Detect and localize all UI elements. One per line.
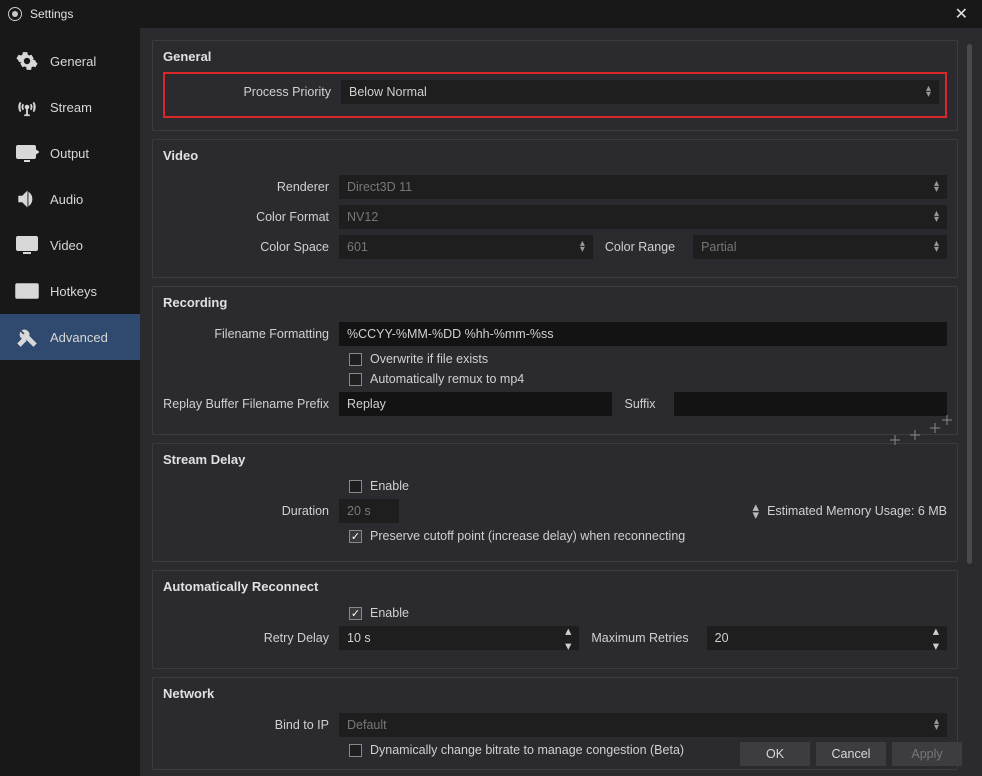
section-title: Recording — [163, 295, 947, 310]
preserve-cutoff-checkbox[interactable] — [349, 530, 362, 543]
retry-delay-input[interactable]: 10 s▴▾ — [339, 626, 579, 650]
window-title: Settings — [30, 7, 73, 21]
apply-button[interactable]: Apply — [892, 742, 962, 766]
tools-icon — [14, 324, 40, 350]
memory-usage-label: Estimated Memory Usage: 6 MB — [767, 504, 947, 518]
sidebar-item-audio[interactable]: Audio — [0, 176, 140, 222]
footer-buttons: OK Cancel Apply — [740, 742, 962, 766]
stream-delay-enable-label: Enable — [370, 479, 409, 493]
sidebar-item-video[interactable]: Video — [0, 222, 140, 268]
output-icon — [14, 140, 40, 166]
cancel-button[interactable]: Cancel — [816, 742, 886, 766]
monitor-icon — [14, 232, 40, 258]
bind-ip-label: Bind to IP — [163, 718, 339, 732]
suffix-input[interactable] — [674, 392, 947, 416]
chevron-updown-icon: ▴▾ — [934, 719, 939, 731]
remux-label: Automatically remux to mp4 — [370, 372, 524, 386]
dynamic-bitrate-checkbox[interactable] — [349, 744, 362, 757]
duration-label: Duration — [163, 504, 339, 518]
section-title: Network — [163, 686, 947, 701]
sidebar: General Stream Output Audio Video Hotkey… — [0, 28, 140, 776]
color-space-label: Color Space — [163, 240, 339, 254]
max-retries-input[interactable]: 20▴▾ — [707, 626, 947, 650]
filename-formatting-input[interactable]: %CCYY-%MM-%DD %hh-%mm-%ss — [339, 322, 947, 346]
section-title: General — [163, 49, 947, 64]
duration-spinner[interactable]: 20 s — [339, 499, 399, 523]
section-title: Video — [163, 148, 947, 163]
sidebar-item-advanced[interactable]: Advanced — [0, 314, 140, 360]
process-priority-select[interactable]: Below Normal ▴▾ — [341, 80, 939, 104]
process-priority-label: Process Priority — [165, 85, 341, 99]
sidebar-item-output[interactable]: Output — [0, 130, 140, 176]
sidebar-label: General — [50, 54, 96, 69]
section-title: Automatically Reconnect — [163, 579, 947, 594]
gear-icon — [14, 48, 40, 74]
sidebar-item-hotkeys[interactable]: Hotkeys — [0, 268, 140, 314]
sidebar-label: Video — [50, 238, 83, 253]
reconnect-enable-checkbox[interactable] — [349, 607, 362, 620]
speaker-icon — [14, 186, 40, 212]
chevron-updown-icon[interactable]: ▴▾ — [753, 503, 760, 519]
chevron-updown-icon: ▴▾ — [933, 623, 939, 653]
sidebar-item-general[interactable]: General — [0, 38, 140, 84]
antenna-icon — [14, 94, 40, 120]
suffix-label: Suffix — [624, 397, 655, 411]
sidebar-label: Stream — [50, 100, 92, 115]
chevron-updown-icon: ▴▾ — [565, 623, 571, 653]
replay-prefix-input[interactable]: Replay — [339, 392, 612, 416]
preserve-cutoff-label: Preserve cutoff point (increase delay) w… — [370, 529, 685, 543]
dynamic-bitrate-label: Dynamically change bitrate to manage con… — [370, 743, 684, 757]
chevron-updown-icon: ▴▾ — [926, 86, 931, 98]
max-retries-label: Maximum Retries — [591, 631, 688, 645]
stream-delay-enable-checkbox[interactable] — [349, 480, 362, 493]
chevron-updown-icon: ▴▾ — [934, 211, 939, 223]
bind-ip-select[interactable]: Default▴▾ — [339, 713, 947, 737]
section-recording: Recording Filename Formatting %CCYY-%MM-… — [152, 286, 958, 435]
titlebar: Settings ✕ — [0, 0, 982, 28]
section-stream-delay: Stream Delay Enable Duration 20 s ▴▾ Est… — [152, 443, 958, 562]
keyboard-icon — [14, 278, 40, 304]
chevron-updown-icon: ▴▾ — [934, 181, 939, 193]
color-space-select[interactable]: 601▴▾ — [339, 235, 593, 259]
color-range-select[interactable]: Partial▴▾ — [693, 235, 947, 259]
sidebar-label: Hotkeys — [50, 284, 97, 299]
color-format-select[interactable]: NV12▴▾ — [339, 205, 947, 229]
overwrite-checkbox[interactable] — [349, 353, 362, 366]
section-video: Video Renderer Direct3D 11▴▾ Color Forma… — [152, 139, 958, 278]
section-auto-reconnect: Automatically Reconnect Enable Retry Del… — [152, 570, 958, 669]
highlight-box: Process Priority Below Normal ▴▾ — [163, 72, 947, 118]
content-area: General Process Priority Below Normal ▴▾… — [140, 28, 982, 776]
replay-prefix-label: Replay Buffer Filename Prefix — [163, 397, 339, 411]
remux-checkbox[interactable] — [349, 373, 362, 386]
renderer-label: Renderer — [163, 180, 339, 194]
sidebar-label: Audio — [50, 192, 83, 207]
obs-icon — [8, 7, 22, 21]
color-range-label: Color Range — [605, 240, 675, 254]
chevron-updown-icon: ▴▾ — [580, 241, 585, 253]
close-button[interactable]: ✕ — [949, 4, 974, 24]
retry-delay-label: Retry Delay — [163, 631, 339, 645]
renderer-select[interactable]: Direct3D 11▴▾ — [339, 175, 947, 199]
sidebar-label: Advanced — [50, 330, 108, 345]
ok-button[interactable]: OK — [740, 742, 810, 766]
reconnect-enable-label: Enable — [370, 606, 409, 620]
overwrite-label: Overwrite if file exists — [370, 352, 488, 366]
filename-formatting-label: Filename Formatting — [163, 327, 339, 341]
color-format-label: Color Format — [163, 210, 339, 224]
scrollbar[interactable] — [967, 44, 972, 564]
sidebar-item-stream[interactable]: Stream — [0, 84, 140, 130]
section-general: General Process Priority Below Normal ▴▾ — [152, 40, 958, 131]
chevron-updown-icon: ▴▾ — [934, 241, 939, 253]
sidebar-label: Output — [50, 146, 89, 161]
section-title: Stream Delay — [163, 452, 947, 467]
